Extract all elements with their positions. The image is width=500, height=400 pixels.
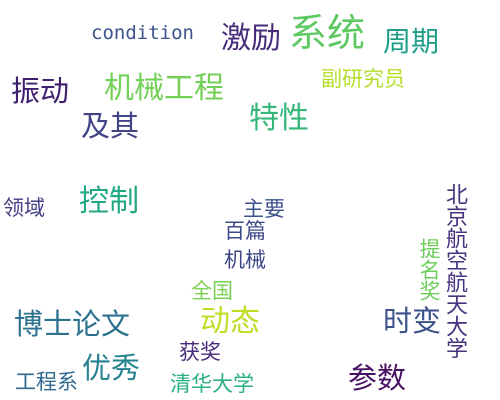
word-fuyanjiuyuan: 副研究员 <box>321 67 405 91</box>
word-kongzhi: 控制 <box>79 184 139 219</box>
word-huojiang: 获奖 <box>179 340 221 364</box>
word-quanguo: 全国 <box>191 279 233 303</box>
word-lingyu: 领域 <box>3 196 45 220</box>
word-dongtai: 动态 <box>200 304 260 339</box>
word-boshilunwen: 博士论文 <box>14 307 131 341</box>
word-gongchengxi: 工程系 <box>15 370 78 394</box>
word-zhendong: 振动 <box>11 74 70 108</box>
word-beihang: 北京航空航天大学 <box>442 183 467 359</box>
word-jixiegongcheng: 机械工程 <box>104 71 224 106</box>
word-baipian: 百篇 <box>224 219 266 243</box>
word-jili: 激励 <box>221 21 281 56</box>
word-shibian: 时变 <box>383 304 442 338</box>
word-jiqi: 及其 <box>81 109 140 143</box>
word-timingjiang: 提名奖 <box>417 238 441 301</box>
word-xitong: 系统 <box>289 11 366 55</box>
word-zhuyao: 主要 <box>243 197 285 221</box>
word-texing: 特性 <box>249 101 309 136</box>
word-cloud: condition 激励 系统 周期 振动 机械工程 副研究员 及其 特性 控制… <box>0 0 500 400</box>
word-youxiu: 优秀 <box>82 351 141 385</box>
word-jixie: 机械 <box>224 248 266 272</box>
word-canshu: 参数 <box>348 361 407 395</box>
word-condition: condition <box>91 22 194 44</box>
word-zhouqi: 周期 <box>383 25 440 58</box>
word-qinghuadaxue: 清华大学 <box>170 372 254 396</box>
